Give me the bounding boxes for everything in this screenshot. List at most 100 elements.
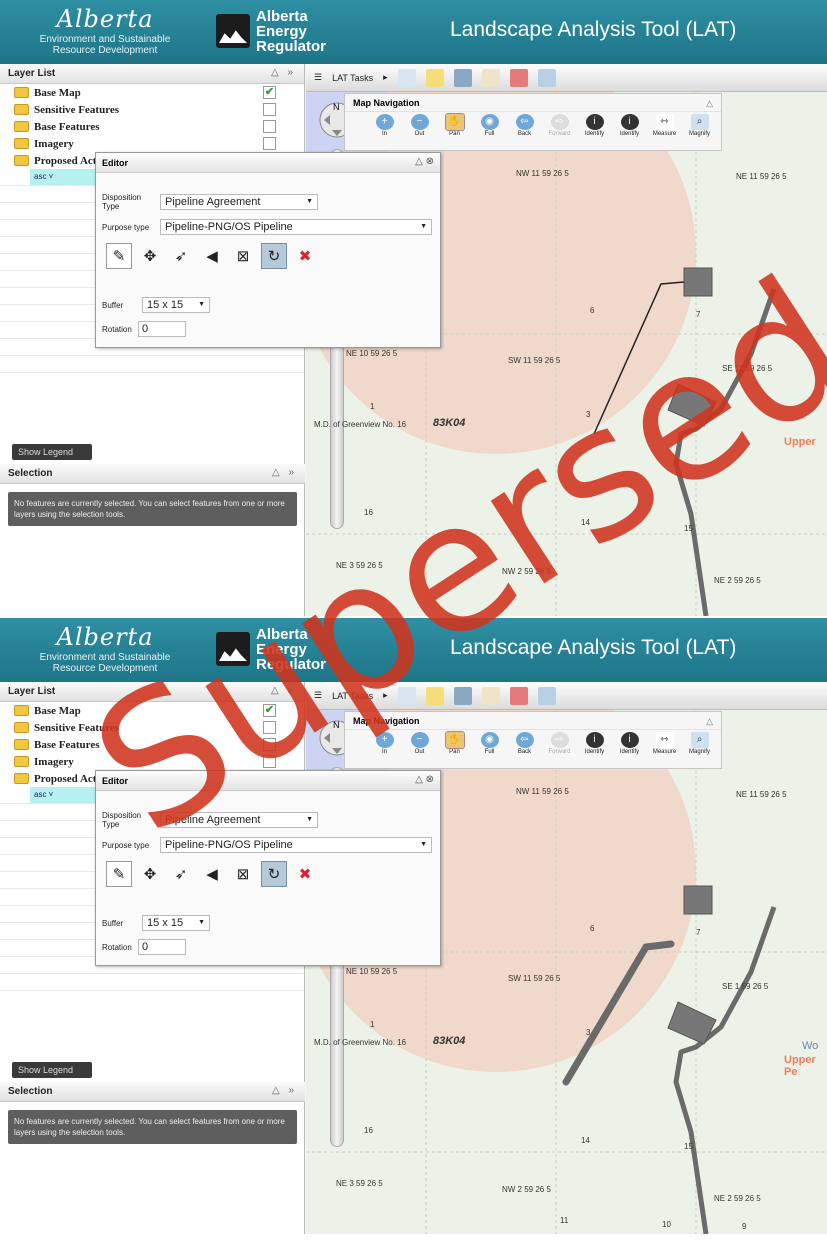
- layer-list-header: Layer List △ »: [0, 64, 304, 84]
- shapefile-icon[interactable]: [397, 68, 416, 87]
- collapse-icon[interactable]: △ »: [271, 685, 296, 696]
- full-extent-button[interactable]: ◉ Full: [474, 112, 505, 137]
- zoom-in-button[interactable]: + In: [369, 112, 400, 137]
- full-extent-button[interactable]: ◉ Full: [474, 730, 505, 755]
- collapse-icon[interactable]: △: [706, 716, 713, 727]
- export-icon[interactable]: [537, 686, 556, 705]
- magnify-button[interactable]: ⌕ Magnify: [684, 730, 715, 755]
- show-legend-button[interactable]: Show Legend: [12, 1062, 92, 1078]
- reshape-tool[interactable]: ⊠: [230, 861, 256, 887]
- tasks-icon[interactable]: ☰: [314, 72, 322, 83]
- layer-checkbox[interactable]: [263, 120, 276, 133]
- collapse-icon[interactable]: △ »: [271, 67, 296, 78]
- folder-icon: [14, 756, 29, 767]
- editor-title-bar[interactable]: Editor △ ⊗: [96, 153, 440, 173]
- pan-button[interactable]: ✋ Pan: [439, 112, 470, 137]
- move-tool[interactable]: ✥: [137, 861, 163, 887]
- layers-icon[interactable]: [453, 686, 472, 705]
- shapefile-icon[interactable]: [397, 686, 416, 705]
- pan-button[interactable]: ✋ Pan: [439, 730, 470, 755]
- draw-pencil-tool[interactable]: ✎: [106, 861, 132, 887]
- measure-button[interactable]: ⇿ Measure: [649, 112, 680, 137]
- selected-sublayer[interactable]: asc ˅: [30, 787, 96, 803]
- editor-title-bar[interactable]: Editor △ ⊗: [96, 771, 440, 791]
- buffer-label: Buffer: [102, 300, 124, 310]
- rotate-tool[interactable]: ↻: [261, 861, 287, 887]
- delete-tool[interactable]: ✖: [292, 243, 318, 269]
- zoom-out-button[interactable]: − Out: [404, 112, 435, 137]
- collapse-icon[interactable]: △: [706, 98, 713, 109]
- star-icon[interactable]: [425, 686, 444, 705]
- vertex-tool[interactable]: ◀: [199, 861, 225, 887]
- draw-pencil-tool[interactable]: ✎: [106, 243, 132, 269]
- add-vertex-tool[interactable]: ➶: [168, 861, 194, 887]
- identify-button[interactable]: i Identify: [579, 730, 610, 755]
- map-label-upper: Upper: [784, 436, 816, 448]
- layer-item-sensitive-features[interactable]: Sensitive Features: [0, 719, 304, 736]
- vertex-tool[interactable]: ◀: [199, 243, 225, 269]
- layers-icon[interactable]: [453, 68, 472, 87]
- reshape-tool[interactable]: ⊠: [230, 243, 256, 269]
- add-vertex-tool[interactable]: ➶: [168, 243, 194, 269]
- back-button[interactable]: ⇦ Back: [509, 730, 540, 755]
- layer-item-base-features[interactable]: Base Features: [0, 736, 304, 753]
- disposition-type-select[interactable]: Pipeline Agreement: [160, 194, 318, 210]
- layer-checkbox[interactable]: ✔: [263, 86, 276, 99]
- chevron-right-icon[interactable]: ▸: [383, 72, 388, 83]
- editor-icon[interactable]: [481, 686, 500, 705]
- show-legend-button[interactable]: Show Legend: [12, 444, 92, 460]
- zoom-out-button[interactable]: − Out: [404, 730, 435, 755]
- forward-button[interactable]: ⇨ Forward: [544, 730, 575, 755]
- chevron-right-icon[interactable]: ▸: [383, 690, 388, 701]
- layer-item-sensitive-features[interactable]: Sensitive Features: [0, 101, 304, 118]
- tasks-icon[interactable]: ☰: [314, 690, 322, 701]
- print-icon[interactable]: [509, 68, 528, 87]
- layer-item-base-features[interactable]: Base Features: [0, 118, 304, 135]
- print-icon[interactable]: [509, 686, 528, 705]
- layer-checkbox[interactable]: [263, 721, 276, 734]
- layer-item-base-map[interactable]: Base Map ✔: [0, 702, 304, 719]
- disposition-type-select[interactable]: Pipeline Agreement: [160, 812, 318, 828]
- layer-checkbox[interactable]: ✔: [263, 704, 276, 717]
- layer-checkbox[interactable]: [263, 755, 276, 768]
- forward-button[interactable]: ⇨ Forward: [544, 112, 575, 137]
- back-button[interactable]: ⇦ Back: [509, 112, 540, 137]
- lat-tasks-label[interactable]: LAT Tasks: [332, 691, 373, 701]
- measure-button[interactable]: ⇿ Measure: [649, 730, 680, 755]
- layer-item-imagery[interactable]: Imagery: [0, 135, 304, 152]
- lat-tasks-label[interactable]: LAT Tasks: [332, 73, 373, 83]
- identify-multi-button[interactable]: i Identify: [614, 730, 645, 755]
- close-icon[interactable]: △ ⊗: [415, 774, 434, 785]
- close-icon[interactable]: △ ⊗: [415, 156, 434, 167]
- collapse-icon[interactable]: △ »: [272, 467, 297, 478]
- magnify-button[interactable]: ⌕ Magnify: [684, 112, 715, 137]
- purpose-type-select[interactable]: Pipeline-PNG/OS Pipeline: [160, 837, 432, 853]
- buffer-select[interactable]: 15 x 15: [142, 297, 210, 313]
- layer-checkbox[interactable]: [263, 738, 276, 751]
- rotate-tool[interactable]: ↻: [261, 243, 287, 269]
- zoom-in-button[interactable]: + In: [369, 730, 400, 755]
- disposition-label-line2: Type: [102, 202, 120, 211]
- purpose-type-select[interactable]: Pipeline-PNG/OS Pipeline: [160, 219, 432, 235]
- layer-item-base-map[interactable]: Base Map ✔: [0, 84, 304, 101]
- delete-tool[interactable]: ✖: [292, 861, 318, 887]
- move-tool[interactable]: ✥: [137, 243, 163, 269]
- rotation-input[interactable]: 0: [138, 939, 186, 955]
- layer-checkbox[interactable]: [263, 103, 276, 116]
- rotation-input[interactable]: 0: [138, 321, 186, 337]
- buffer-select[interactable]: 15 x 15: [142, 915, 210, 931]
- tool-label: In: [381, 749, 387, 755]
- identify-multi-button[interactable]: i Identify: [614, 112, 645, 137]
- selection-message: No features are currently selected. You …: [8, 492, 297, 526]
- collapse-icon[interactable]: △ »: [272, 1085, 297, 1096]
- globe-icon: ◉: [480, 114, 499, 130]
- zoom-in-icon: +: [375, 732, 394, 748]
- export-icon[interactable]: [537, 68, 556, 87]
- editor-icon[interactable]: [481, 68, 500, 87]
- folder-icon: [14, 104, 29, 115]
- layer-checkbox[interactable]: [263, 137, 276, 150]
- identify-button[interactable]: i Identify: [579, 112, 610, 137]
- star-icon[interactable]: [425, 68, 444, 87]
- layer-item-imagery[interactable]: Imagery: [0, 753, 304, 770]
- selected-sublayer[interactable]: asc ˅: [30, 169, 96, 185]
